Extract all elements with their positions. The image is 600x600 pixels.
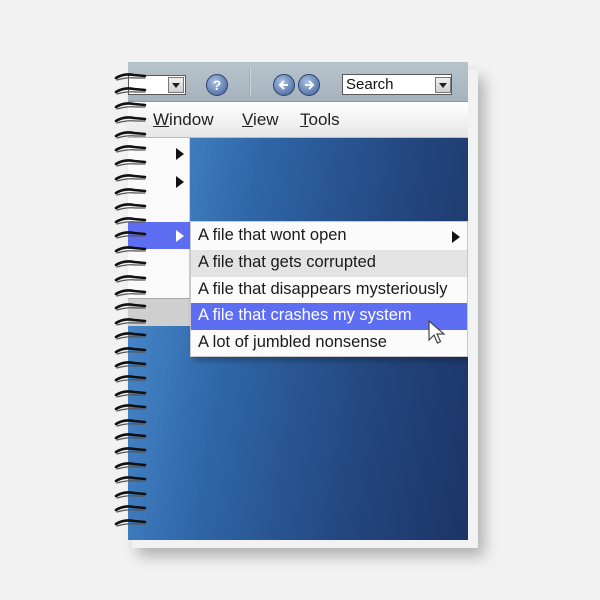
submenu-item-label: A lot of jumbled nonsense (198, 333, 387, 351)
binding-coil (114, 202, 147, 211)
binding-coil (114, 490, 147, 499)
submenu-item[interactable]: A lot of jumbled nonsense (191, 330, 467, 357)
binding-coil (114, 433, 147, 441)
notebook-cover: ? Search Window View Tools A file that w… (128, 62, 468, 540)
binding-coil (114, 188, 147, 196)
binding-coil (114, 173, 147, 182)
binding-coil (114, 145, 147, 153)
submenu: A file that wont open A file that gets c… (190, 221, 468, 357)
triangle-right-icon (176, 176, 184, 188)
search-value: Search (346, 76, 394, 93)
submenu-item-label: A file that wont open (198, 226, 347, 244)
submenu-item[interactable]: A file that disappears mysteriously (191, 277, 467, 304)
binding-coil (114, 274, 147, 283)
binding-coil (114, 159, 147, 167)
submenu-item-label: A file that disappears mysteriously (198, 280, 448, 298)
binding-coil (114, 217, 147, 225)
arrow-left-icon (278, 80, 288, 90)
triangle-right-icon (176, 148, 184, 160)
binding-coil (114, 404, 147, 412)
search-dropdown[interactable] (432, 76, 452, 95)
binding-coil (114, 332, 147, 340)
binding-coil (114, 260, 147, 268)
binding-coil (114, 389, 147, 398)
binding-coil (114, 447, 147, 455)
binding-coil (114, 87, 147, 95)
menu-window[interactable]: Window (153, 110, 213, 130)
back-button[interactable] (273, 74, 295, 96)
help-button[interactable]: ? (206, 74, 228, 96)
mouse-pointer-icon (428, 320, 446, 344)
chevron-down-icon[interactable] (435, 77, 451, 93)
binding-coil (114, 418, 147, 427)
binding-coil (114, 375, 147, 383)
binding-coil (114, 130, 147, 139)
binding-coil (114, 289, 147, 297)
triangle-right-icon (452, 231, 460, 243)
toolbar-separator (249, 68, 251, 96)
binding-coil (114, 505, 147, 513)
binding-coil (114, 101, 147, 110)
help-icon: ? (212, 77, 222, 93)
binding-coil (114, 303, 147, 311)
submenu-item[interactable]: A file that gets corrupted (191, 250, 467, 277)
binding-coil (114, 317, 147, 326)
toolbar: ? Search (128, 62, 468, 102)
submenu-item[interactable]: A file that wont open (191, 223, 467, 250)
binding-coil (114, 245, 147, 254)
binding-coil (114, 116, 147, 124)
binding-coil (114, 231, 147, 239)
menu-tools[interactable]: Tools (300, 110, 340, 130)
submenu-item-selected[interactable]: A file that crashes my system (191, 303, 467, 330)
menu-view[interactable]: View (242, 110, 279, 130)
binding-coil (114, 73, 147, 81)
binding-coil (114, 476, 147, 484)
forward-button[interactable] (298, 74, 320, 96)
binding-coil (114, 361, 147, 369)
triangle-right-icon (176, 230, 184, 242)
arrow-right-icon (305, 80, 315, 90)
binding-coil (114, 346, 147, 355)
chevron-down-icon[interactable] (168, 77, 184, 93)
submenu-item-label: A file that gets corrupted (198, 253, 376, 271)
binding-coil (114, 461, 147, 470)
submenu-item-label: A file that crashes my system (198, 306, 412, 324)
menu-bar: Window View Tools (128, 102, 468, 138)
binding-coil (114, 519, 147, 527)
